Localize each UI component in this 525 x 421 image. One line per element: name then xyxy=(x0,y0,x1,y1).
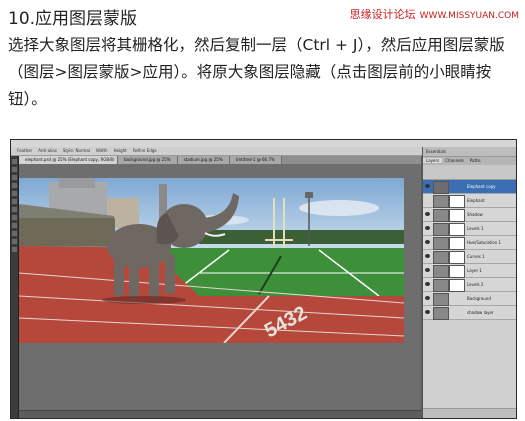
building xyxy=(59,178,95,188)
layer-thumbnail[interactable] xyxy=(433,209,449,222)
grandstand-crowd xyxy=(19,218,115,246)
site-watermark: 思缘设计论坛 WWW.MISSYUAN.COM xyxy=(350,6,519,22)
option-item[interactable]: Style: Normal xyxy=(63,147,90,155)
option-item[interactable]: Feather xyxy=(17,147,32,155)
layer-name: Elephant copy xyxy=(467,184,496,189)
cloud xyxy=(299,200,379,216)
layer-name: shadow layer xyxy=(467,310,494,315)
layer-mask-thumbnail[interactable] xyxy=(449,195,465,208)
toolbox xyxy=(11,156,19,418)
tree-line xyxy=(199,230,404,244)
document-tab[interactable]: elephant.psd @ 25% (Elephant copy, RGB/8… xyxy=(19,156,118,164)
layer-thumbnail[interactable] xyxy=(433,279,449,292)
layer-mask-thumbnail[interactable] xyxy=(449,279,465,292)
document-tab[interactable]: stadium.jpg @ 25% xyxy=(177,156,230,164)
layer-row[interactable]: Layer 1 xyxy=(423,264,516,278)
status-bar xyxy=(19,410,421,418)
layer-row[interactable]: Hue/Saturation 1 xyxy=(423,236,516,250)
layer-row[interactable]: Shadow xyxy=(423,208,516,222)
tool-icon[interactable] xyxy=(12,167,17,172)
eye-icon[interactable] xyxy=(425,184,430,188)
layer-thumbnail[interactable] xyxy=(433,293,449,306)
step-heading: 10.应用图层蒙版 xyxy=(8,9,138,29)
tool-icon[interactable] xyxy=(12,215,17,220)
layer-row[interactable]: Elephant copy xyxy=(423,180,516,194)
eye-icon[interactable] xyxy=(425,296,430,300)
tool-icon[interactable] xyxy=(12,159,17,164)
layer-row[interactable]: Levels 2 xyxy=(423,278,516,292)
layer-list: Elephant copy Elephant Shadow Levels 1 Hue/S… xyxy=(423,180,516,320)
elephant-shadow xyxy=(102,296,186,304)
panel-tab[interactable]: Channels xyxy=(442,158,467,163)
layer-thumbnail[interactable] xyxy=(433,223,449,236)
panel-header: Essentials xyxy=(423,147,516,157)
tool-icon[interactable] xyxy=(12,223,17,228)
eye-icon[interactable] xyxy=(425,226,430,230)
layer-thumbnail[interactable] xyxy=(433,181,449,194)
layer-mask-thumbnail[interactable] xyxy=(449,209,465,222)
document-tabs: elephant.psd @ 25% (Elephant copy, RGB/8… xyxy=(19,156,421,164)
layer-name: Levels 2 xyxy=(467,282,484,287)
option-item[interactable]: Width xyxy=(96,147,108,155)
layer-name: Elephant xyxy=(467,198,485,203)
layer-name: Curves 1 xyxy=(467,254,485,259)
tool-icon[interactable] xyxy=(12,231,17,236)
watermark-url: WWW.MISSYUAN.COM xyxy=(419,11,519,21)
photoshop-screenshot: Feather Anti-alias Style: Normal Width Heigh… xyxy=(10,139,517,419)
layers-panel: Essentials Layers Channels Paths Elephant … xyxy=(422,147,516,418)
panel-tab[interactable]: Paths xyxy=(467,158,484,163)
eye-icon[interactable] xyxy=(425,268,430,272)
layer-name: Background xyxy=(467,296,491,301)
document-tab[interactable]: Untitled-1 @ 66.7% xyxy=(229,156,282,164)
eye-icon[interactable] xyxy=(425,254,430,258)
eye-icon[interactable] xyxy=(425,240,430,244)
tool-icon[interactable] xyxy=(12,239,17,244)
panel-tab[interactable]: Layers xyxy=(423,158,443,163)
option-item[interactable]: Refine Edge xyxy=(133,147,157,155)
option-item[interactable]: Anti-alias xyxy=(38,147,57,155)
layer-row[interactable]: Background xyxy=(423,292,516,306)
tool-icon[interactable] xyxy=(12,183,17,188)
layer-mask-thumbnail[interactable] xyxy=(449,237,465,250)
layer-name: Hue/Saturation 1 xyxy=(467,240,502,245)
tool-icon[interactable] xyxy=(12,191,17,196)
layer-controls[interactable] xyxy=(423,165,516,180)
layer-row[interactable]: shadow layer xyxy=(423,306,516,320)
layer-row[interactable]: Levels 1 xyxy=(423,222,516,236)
layer-thumbnail[interactable] xyxy=(433,237,449,250)
eye-icon[interactable] xyxy=(425,282,430,286)
layer-mask-thumbnail[interactable] xyxy=(449,223,465,236)
layer-name: Shadow xyxy=(467,212,483,217)
layer-thumbnail[interactable] xyxy=(433,265,449,278)
layer-name: Layer 1 xyxy=(467,268,482,273)
layer-thumbnail[interactable] xyxy=(433,195,449,208)
layer-mask-thumbnail[interactable] xyxy=(449,251,465,264)
watermark-name: 思缘设计论坛 xyxy=(349,8,416,21)
layer-row[interactable]: Curves 1 xyxy=(423,250,516,264)
tool-icon[interactable] xyxy=(12,175,17,180)
step-instructions: 选择大象图层将其栅格化，然后复制一层（Ctrl + J），然后应用图层蒙版（图层… xyxy=(8,36,505,108)
tool-icon[interactable] xyxy=(12,199,17,204)
eye-icon[interactable] xyxy=(425,212,430,216)
layer-thumbnail[interactable] xyxy=(433,251,449,264)
eye-icon[interactable] xyxy=(425,310,430,314)
layer-row[interactable]: Elephant xyxy=(423,194,516,208)
tool-icon[interactable] xyxy=(12,207,17,212)
layer-mask-thumbnail[interactable] xyxy=(449,265,465,278)
layer-footer xyxy=(423,408,516,418)
layer-thumbnail[interactable] xyxy=(433,307,449,320)
tool-icon[interactable] xyxy=(12,247,17,252)
document-canvas[interactable]: 5432 xyxy=(19,178,404,343)
panel-tabs: Layers Channels Paths xyxy=(423,157,516,165)
document-tab[interactable]: background.jpg @ 25% xyxy=(118,156,178,164)
light-tower-head xyxy=(305,192,313,198)
layer-name: Levels 1 xyxy=(467,226,484,231)
option-item[interactable]: Height xyxy=(114,147,127,155)
